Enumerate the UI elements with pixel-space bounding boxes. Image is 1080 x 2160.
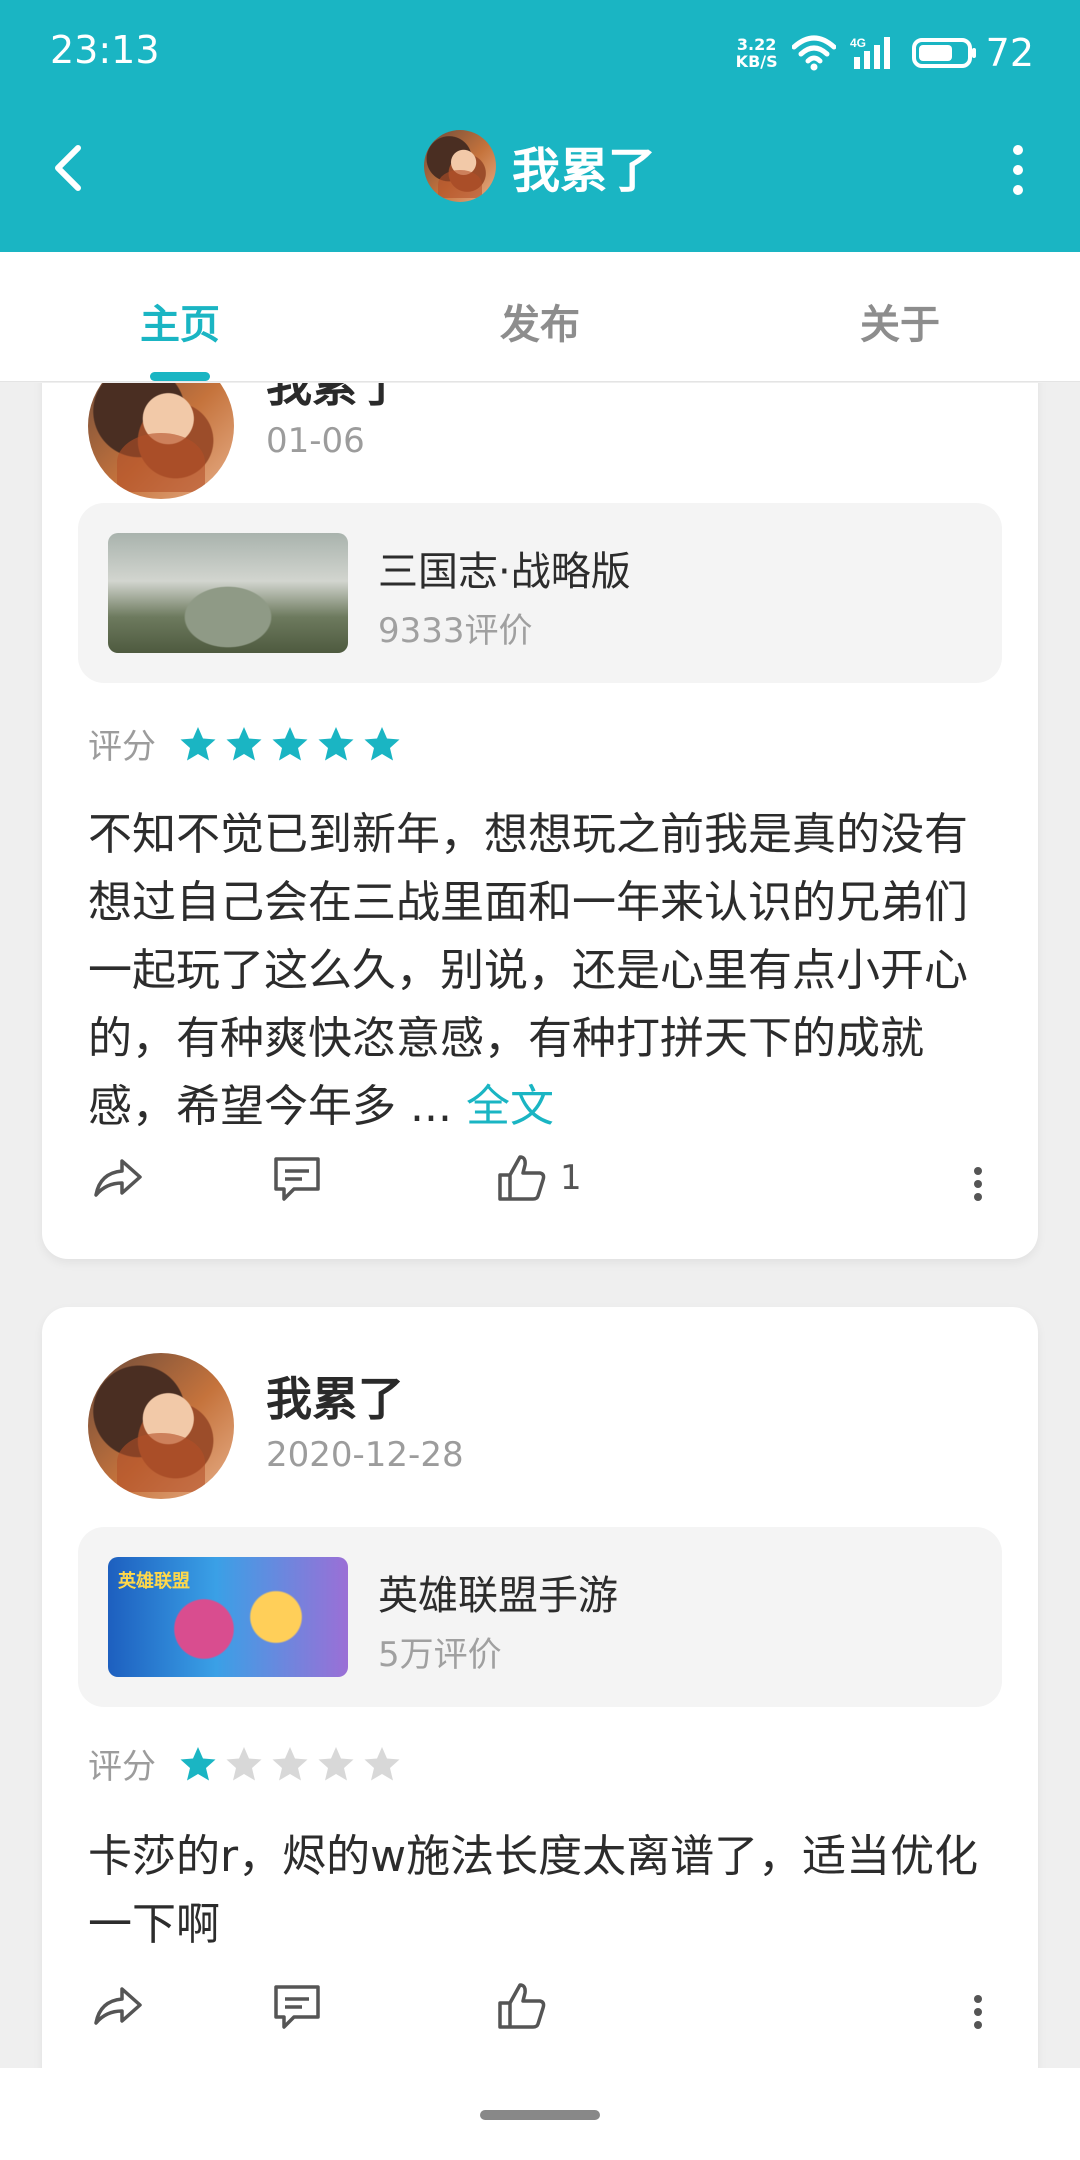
star-empty-icon: [318, 1746, 354, 1780]
avatar[interactable]: [88, 1353, 234, 1499]
star-filled-icon: [364, 726, 400, 760]
like-count: 1: [560, 1158, 582, 1198]
svg-text:4G: 4G: [850, 36, 866, 50]
review-card: 我累了 2020-12-28 英雄联盟 英雄联盟手游 5万评价 评分 卡莎的r，…: [42, 1307, 1038, 2068]
game-card[interactable]: 三国志·战略版 9333评价: [78, 503, 1002, 683]
review-feed[interactable]: 我累了 01-06 三国志·战略版 9333评价 评分 不知不觉已到新年，想想玩…: [0, 383, 1080, 2068]
nav-bar: 我累了: [0, 118, 1080, 218]
battery-percent: 72: [985, 31, 1034, 75]
page-title: 我累了: [511, 143, 656, 199]
status-time: 23:13: [50, 28, 160, 72]
review-username[interactable]: 我累了: [266, 383, 404, 415]
tab-publish[interactable]: 发布: [360, 252, 720, 381]
game-name: 英雄联盟手游: [378, 1573, 618, 1619]
review-text[interactable]: 不知不觉已到新年，想想玩之前我是真的没有想过自己会在三战里面和一年来认识的兄弟们…: [88, 801, 988, 1141]
more-vertical-icon[interactable]: [958, 1987, 998, 2037]
battery-icon: [911, 38, 976, 68]
review-date: 01-06: [266, 421, 365, 461]
tab-home[interactable]: 主页: [0, 252, 360, 381]
game-card[interactable]: 英雄联盟 英雄联盟手游 5万评价: [78, 1527, 1002, 1707]
review-username[interactable]: 我累了: [266, 1363, 404, 1429]
rating-row: 评分: [88, 1739, 402, 1788]
star-filled-icon: [226, 726, 262, 760]
game-review-count: 5万评价: [378, 1635, 502, 1675]
share-icon: [94, 1159, 142, 1197]
star-empty-icon: [226, 1746, 262, 1780]
like-button[interactable]: 1: [492, 1149, 582, 1207]
game-name: 三国志·战略版: [378, 549, 631, 595]
game-thumbnail: 英雄联盟: [108, 1557, 348, 1677]
review-actions: 1: [88, 1149, 998, 1219]
thumbs-up-icon: [498, 1155, 546, 1201]
net-speed-value: 3.22: [736, 35, 777, 54]
review-text[interactable]: 卡莎的r，烬的w施法长度太离谱了，适当优化一下啊: [88, 1823, 988, 1959]
star-rating: [178, 1744, 402, 1784]
star-filled-icon: [180, 1746, 216, 1780]
star-filled-icon: [318, 726, 354, 760]
net-speed-unit: KB/S: [735, 52, 778, 71]
net-speed: 3.22 KB/S: [736, 36, 778, 70]
star-rating: [178, 724, 402, 764]
wifi-icon: [791, 35, 836, 71]
game-thumbnail: [108, 533, 348, 653]
avatar[interactable]: [88, 383, 234, 499]
star-empty-icon: [272, 1746, 308, 1780]
thumbs-up-icon: [498, 1983, 546, 2029]
review-author: [88, 383, 234, 499]
share-button[interactable]: [88, 1149, 146, 1207]
rating-label: 评分: [88, 1747, 156, 1787]
rating-label: 评分: [88, 727, 156, 767]
status-icons: 3.22 KB/S 4G 72: [736, 28, 1034, 78]
like-button[interactable]: [492, 1977, 560, 2035]
nav-title-group: 我累了: [0, 130, 1080, 202]
tab-about[interactable]: 关于: [720, 252, 1080, 381]
review-card: 我累了 01-06 三国志·战略版 9333评价 评分 不知不觉已到新年，想想玩…: [42, 383, 1038, 1259]
review-body: 卡莎的r，烬的w施法长度太离谱了，适当优化一下啊: [88, 1831, 979, 1950]
signal-icon: 4G: [850, 36, 890, 69]
comment-icon: [274, 1985, 320, 2029]
comment-button[interactable]: [268, 1149, 326, 1207]
review-date: 2020-12-28: [266, 1435, 464, 1475]
avatar[interactable]: [423, 130, 496, 202]
comment-button[interactable]: [268, 1977, 326, 2035]
star-empty-icon: [364, 1746, 400, 1780]
system-nav-bar: [0, 2068, 1080, 2160]
review-author: [88, 1353, 234, 1499]
game-review-count: 9333评价: [378, 611, 533, 651]
home-indicator[interactable]: [480, 2110, 600, 2120]
more-vertical-icon[interactable]: [998, 140, 1038, 200]
review-actions: [88, 1977, 998, 2047]
game-logo: 英雄联盟: [118, 1571, 190, 1592]
comment-icon: [274, 1157, 320, 1201]
star-filled-icon: [272, 726, 308, 760]
share-button[interactable]: [88, 1977, 146, 2035]
more-vertical-icon[interactable]: [958, 1159, 998, 1209]
status-bar: 23:13 3.22 KB/S 4G 72: [0, 0, 1080, 110]
app-header: 23:13 3.22 KB/S 4G 72 我累了: [0, 0, 1080, 252]
star-filled-icon: [180, 726, 216, 760]
tab-bar: 主页 发布 关于: [0, 252, 1080, 382]
rating-row: 评分: [88, 719, 402, 768]
read-more-link[interactable]: 全文: [466, 1081, 554, 1132]
share-icon: [94, 1987, 142, 2025]
